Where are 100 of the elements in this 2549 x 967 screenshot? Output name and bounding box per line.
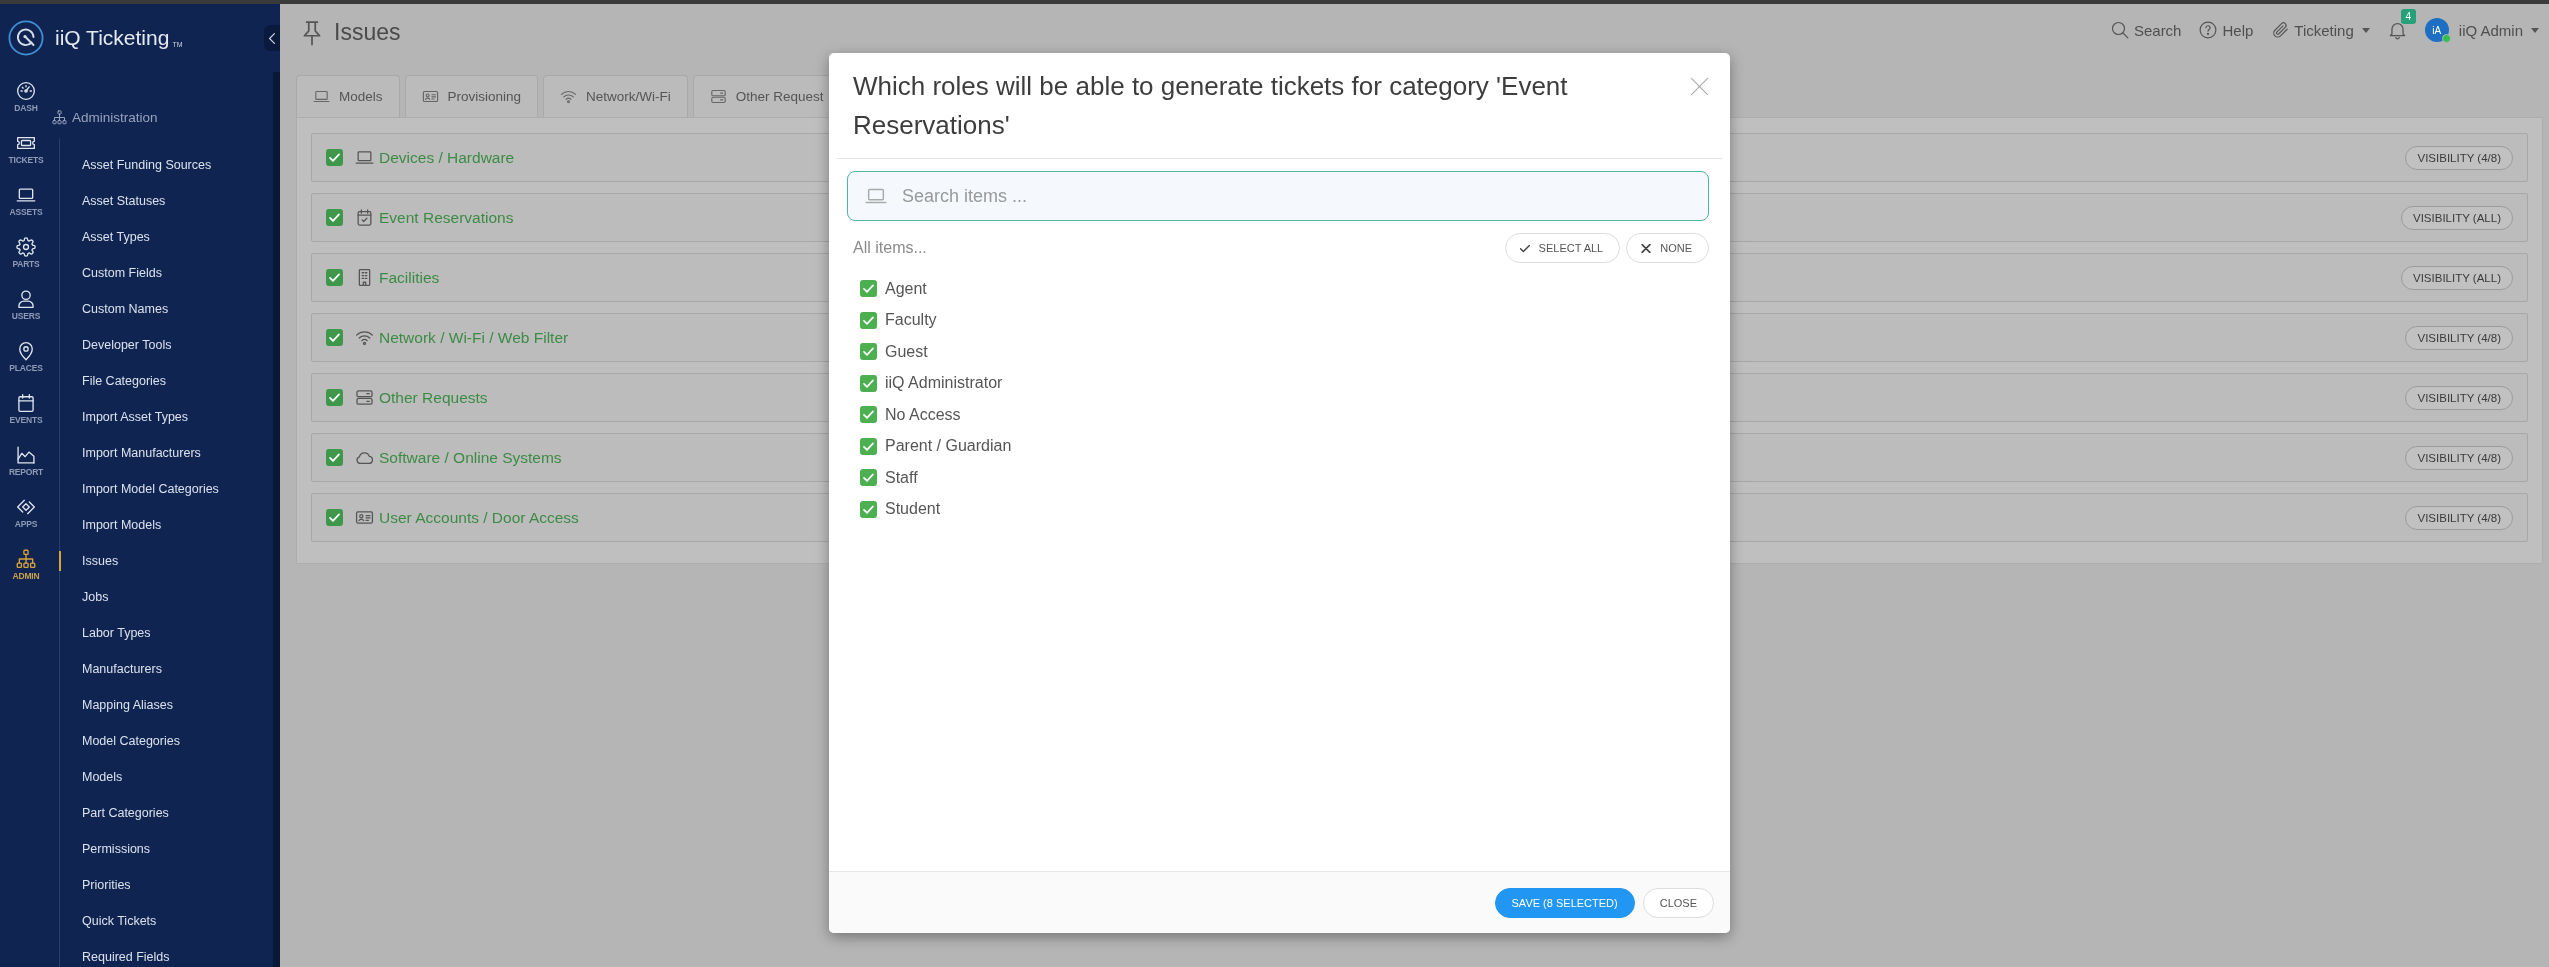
nav-item[interactable]: PARTS — [0, 228, 52, 280]
laptop-icon — [313, 88, 330, 105]
avatar: iA — [2424, 18, 2449, 42]
menu-item[interactable]: Part Categories — [59, 803, 173, 823]
menu-item[interactable]: Asset Funding Sources — [59, 155, 216, 175]
menu-item[interactable]: Model Categories — [59, 731, 184, 751]
logo-icon — [8, 20, 44, 56]
hierarchy-icon — [16, 549, 36, 569]
nav-item[interactable]: ASSETS — [0, 176, 52, 228]
checkbox[interactable] — [860, 500, 877, 518]
visibility-button[interactable]: VISIBILITY (ALL) — [2401, 205, 2513, 230]
collapse-button[interactable] — [264, 25, 280, 51]
gear-icon — [16, 237, 36, 257]
menu-item[interactable]: Jobs — [59, 587, 113, 607]
nav-item[interactable]: TICKETS — [0, 124, 52, 176]
menu-item[interactable]: Import Manufacturers — [59, 443, 205, 463]
visibility-button[interactable]: VISIBILITY (4/8) — [2405, 145, 2513, 170]
menu-item[interactable]: Import Model Categories — [59, 479, 223, 499]
checkbox[interactable] — [860, 406, 877, 424]
bell-icon[interactable] — [2387, 20, 2407, 40]
role-label: Staff — [885, 468, 918, 487]
checkbox[interactable] — [326, 389, 343, 406]
checkbox[interactable] — [860, 280, 877, 298]
dialog-title: Which roles will be able to generate tickets for category 'Event Reservations' — [853, 70, 1569, 142]
visibility-button[interactable]: VISIBILITY (4/8) — [2405, 445, 2513, 470]
map-pin-icon — [16, 341, 36, 361]
checkbox[interactable] — [860, 343, 877, 361]
list-caption: All items... — [853, 239, 927, 257]
tab[interactable]: Models — [296, 75, 400, 117]
select-all-button[interactable]: SELECT ALL — [1504, 233, 1621, 263]
search-button[interactable]: Search — [2110, 21, 2182, 39]
menu-item[interactable]: Quick Tickets — [59, 911, 161, 931]
brand-name: iiQ Ticketing — [55, 26, 170, 50]
menu-item[interactable]: Developer Tools — [59, 335, 176, 355]
checkbox[interactable] — [326, 329, 343, 346]
close-button[interactable]: CLOSE — [1642, 887, 1714, 918]
menu-item[interactable]: Priorities — [59, 875, 135, 895]
select-none-button[interactable]: NONE — [1626, 233, 1709, 263]
checkbox[interactable] — [860, 374, 877, 392]
chart-icon — [16, 445, 36, 465]
nav-item[interactable]: USERS — [0, 280, 52, 332]
user-menu-button[interactable]: iiQ Admin — [2458, 21, 2539, 39]
checkbox[interactable] — [326, 449, 343, 466]
hierarchy-icon — [52, 109, 67, 125]
chevron-icon — [269, 32, 275, 44]
page-title: Issues — [334, 18, 401, 46]
workspace-menu-button[interactable]: Ticketing — [2271, 21, 2370, 39]
caret-icon — [2361, 27, 2370, 33]
checkbox[interactable] — [860, 311, 877, 329]
menu-item[interactable]: Mapping Aliases — [59, 695, 178, 715]
menu-item[interactable]: File Categories — [59, 371, 171, 391]
menu-item[interactable]: Manufacturers — [59, 659, 166, 679]
chevrons-icon — [16, 497, 36, 517]
role-label: Parent / Guardian — [885, 437, 1012, 456]
search-field[interactable]: Search items ... — [847, 171, 1709, 221]
menu-item[interactable]: Custom Names — [59, 299, 173, 319]
menu-item[interactable]: Import Asset Types — [59, 407, 193, 427]
close-icon — [1691, 78, 1708, 95]
x-icon — [1641, 243, 1652, 253]
menu-item[interactable]: Import Models — [59, 515, 166, 535]
help-button[interactable]: Help — [2199, 21, 2254, 39]
nav-item[interactable]: DASH — [0, 72, 52, 124]
calendar-check-icon — [355, 208, 374, 227]
nav-item[interactable]: EVENTS — [0, 384, 52, 436]
checkbox[interactable] — [326, 509, 343, 526]
gauge-icon — [16, 81, 36, 101]
notification-badge: 4 — [2400, 9, 2416, 24]
checkbox[interactable] — [326, 209, 343, 226]
role-label: Guest — [885, 342, 928, 361]
menu-item[interactable]: Custom Fields — [59, 263, 166, 283]
menu-item[interactable]: Asset Types — [59, 227, 154, 247]
menu-item[interactable]: Issues — [59, 551, 123, 571]
tab[interactable]: Network/Wi-Fi — [543, 75, 688, 117]
visibility-button[interactable]: VISIBILITY (ALL) — [2401, 265, 2513, 290]
checkbox[interactable] — [326, 269, 343, 286]
checkbox[interactable] — [860, 469, 877, 487]
nav-item[interactable]: APPS — [0, 488, 52, 540]
laptop-icon — [355, 148, 374, 167]
wifi-icon — [355, 328, 374, 347]
role-label: Agent — [885, 279, 927, 298]
id-card-icon — [421, 88, 439, 105]
menu-item[interactable]: Models — [59, 767, 127, 787]
menu-item[interactable]: Required Fields — [59, 947, 174, 967]
visibility-button[interactable]: VISIBILITY (4/8) — [2405, 505, 2513, 530]
menu-item[interactable]: Asset Statuses — [59, 191, 170, 211]
checkbox[interactable] — [860, 437, 877, 455]
visibility-button[interactable]: VISIBILITY (4/8) — [2405, 325, 2513, 350]
visibility-button[interactable]: VISIBILITY (4/8) — [2405, 385, 2513, 410]
nav-item[interactable]: ADMIN — [0, 540, 52, 592]
checkbox[interactable] — [326, 149, 343, 166]
menu-item[interactable]: Permissions — [59, 839, 155, 859]
nav-item[interactable]: REPORT — [0, 436, 52, 488]
nav-item[interactable]: PLACES — [0, 332, 52, 384]
tab[interactable]: Provisioning — [404, 75, 539, 117]
user-icon — [16, 289, 36, 309]
section-title: Administration — [72, 109, 158, 125]
check-icon — [1519, 243, 1530, 253]
menu-item[interactable]: Labor Types — [59, 623, 155, 643]
role-label: Student — [885, 500, 941, 519]
close-button[interactable] — [1691, 78, 1708, 95]
